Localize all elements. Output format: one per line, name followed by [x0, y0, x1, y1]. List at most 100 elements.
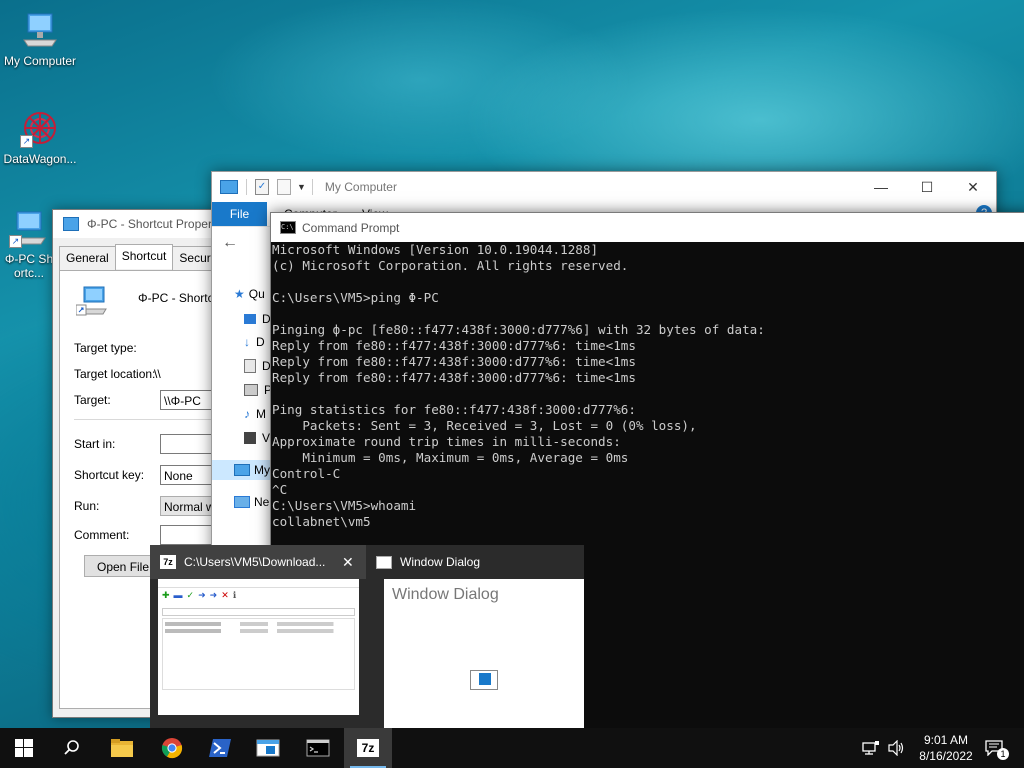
test-icon: ✓ — [186, 590, 195, 600]
tab-general[interactable]: General — [59, 246, 116, 271]
console-line: Microsoft Windows [Version 10.0.19044.12… — [272, 242, 599, 257]
thumbnail-preview-window-dialog[interactable]: Window Dialog — [384, 579, 584, 728]
system-tray — [862, 728, 906, 768]
nav-item-label: My — [254, 463, 270, 477]
computer-icon — [234, 464, 250, 476]
taskbar-clock[interactable]: 9:01 AM 8/16/2022 — [916, 732, 976, 764]
action-center-button[interactable]: 1 — [970, 728, 1018, 768]
console-line: Control-C — [272, 466, 341, 481]
taskbar-command-prompt[interactable] — [294, 728, 342, 768]
delete-icon: ✕ — [221, 590, 229, 600]
music-icon: ♪ — [244, 407, 250, 421]
console-line: Reply from fe80::f477:438f:3000:d777%6: … — [272, 370, 636, 385]
nav-item-my-computer[interactable]: My — [212, 460, 272, 480]
taskbar-window-dialog[interactable] — [244, 728, 292, 768]
preview-file-list — [162, 618, 355, 690]
maximize-button[interactable]: ☐ — [904, 172, 950, 202]
shortcut-arrow-icon: ↗ — [9, 235, 22, 248]
shortcut-arrow-icon: ↗ — [20, 135, 33, 148]
desktop-icon-my-computer[interactable]: My Computer — [0, 10, 80, 68]
console-line: Approximate round trip times in milli-se… — [272, 434, 621, 449]
preview-row — [165, 622, 352, 626]
download-icon: ↓ — [244, 335, 250, 349]
preview-row — [165, 629, 352, 633]
separator — [311, 179, 313, 195]
copy-icon: ➜ — [198, 590, 206, 600]
console-line: C:\Users\VM5>ping Φ-PC — [272, 290, 439, 305]
desktop-icon-datawagon[interactable]: ↗ DataWagon... — [0, 108, 80, 166]
console-line: Minimum = 0ms, Maximum = 0ms, Average = … — [272, 450, 629, 465]
target-location-value: \\ — [154, 367, 161, 381]
shortcut-large-icon — [75, 285, 108, 320]
window-dialog-app-icon — [470, 670, 498, 690]
computer-icon — [220, 180, 238, 194]
tab-shortcut[interactable]: Shortcut — [114, 244, 174, 269]
notification-count-badge: 1 — [997, 748, 1009, 760]
close-button[interactable]: ✕ — [950, 172, 996, 202]
dialog-title: Φ-PC - Shortcut Propert — [87, 217, 216, 231]
clock-date: 8/16/2022 — [919, 749, 973, 763]
console-line: Ping statistics for fe80::f477:438f:3000… — [272, 402, 636, 417]
thumbnail-title: Window Dialog — [400, 555, 481, 569]
nav-item-label: Qu — [248, 287, 265, 301]
close-thumbnail-button[interactable]: ✕ — [342, 554, 354, 571]
preview-menubar — [158, 579, 359, 588]
window-dialog-icon — [376, 555, 392, 569]
shortcut-key-label: Shortcut key: — [74, 468, 145, 482]
customize-quick-access-icon[interactable]: ▼ — [297, 182, 306, 192]
console-line: Reply from fe80::f477:438f:3000:d777%6: … — [272, 354, 636, 369]
cmd-icon: C:\ — [280, 221, 296, 234]
nav-item-label: D — [256, 335, 265, 349]
windows-icon — [15, 739, 33, 757]
taskbar-thumbnail-popup: 7z C:\Users\VM5\Download... ✕ ✚ ▬ ✓ ➜ ➜ … — [150, 545, 584, 728]
taskbar-7zip[interactable]: 7z — [344, 728, 392, 768]
window-controls: — ☐ ✕ — [858, 172, 996, 202]
folder-icon — [111, 739, 133, 757]
taskbar-powershell[interactable] — [196, 728, 244, 768]
thumbnail-title: C:\Users\VM5\Download... — [184, 555, 326, 569]
thumbnail-preview-7zip[interactable]: ✚ ▬ ✓ ➜ ➜ ✕ ℹ — [158, 579, 359, 715]
console-output[interactable]: Microsoft Windows [Version 10.0.19044.12… — [271, 242, 1024, 562]
nav-item-quick-access[interactable]: ★ Qu — [234, 284, 274, 304]
minimize-button[interactable]: — — [858, 172, 904, 202]
taskbar-file-explorer[interactable] — [98, 728, 146, 768]
target-location-label: Target location: — [74, 367, 156, 381]
network-icon[interactable] — [862, 740, 880, 756]
nav-item-label: Ne — [254, 495, 270, 509]
new-folder-quick-icon[interactable] — [277, 179, 291, 195]
7zip-icon: 7z — [357, 739, 379, 757]
thumbnail-header-7zip[interactable]: 7z C:\Users\VM5\Download... ✕ — [150, 545, 366, 579]
console-line: ^C — [272, 482, 288, 497]
chrome-icon — [161, 738, 183, 759]
back-arrow-icon[interactable]: ← — [222, 234, 238, 252]
cmd-titlebar[interactable]: C:\ Command Prompt — [271, 213, 1024, 242]
ribbon-file-tab[interactable]: File — [212, 202, 267, 226]
nav-item-label: V — [262, 431, 271, 445]
console-line: Pinging ф-pc [fe80::f477:438f:3000:d777%… — [272, 322, 765, 337]
console-line: Reply from fe80::f477:438f:3000:d777%6: … — [272, 338, 636, 353]
cmd-title: Command Prompt — [302, 220, 400, 235]
dialog-tabs: General Shortcut Security — [59, 244, 230, 271]
network-icon — [234, 496, 250, 508]
computer-icon: ↗ — [9, 208, 49, 248]
console-line: collabnet\vm5 — [272, 514, 371, 529]
console-line: C:\Users\VM5>whoami — [272, 498, 417, 513]
volume-icon[interactable] — [888, 740, 906, 756]
nav-item-network[interactable]: Ne — [234, 492, 274, 512]
taskbar-chrome[interactable] — [148, 728, 196, 768]
start-button[interactable] — [0, 728, 48, 768]
powershell-icon — [209, 739, 231, 757]
search-button[interactable] — [48, 728, 96, 768]
shortcut-icon — [63, 217, 79, 231]
thumbnail-header-window-dialog[interactable]: Window Dialog — [376, 545, 584, 579]
properties-quick-icon[interactable]: ✓ — [255, 179, 269, 195]
cmd-icon — [306, 739, 330, 757]
preview-address-bar — [162, 608, 355, 616]
videos-icon — [244, 432, 256, 444]
documents-icon — [244, 359, 256, 373]
shortcut-name: Φ-PC - Shortcu — [138, 291, 221, 305]
star-icon: ★ — [234, 287, 245, 301]
